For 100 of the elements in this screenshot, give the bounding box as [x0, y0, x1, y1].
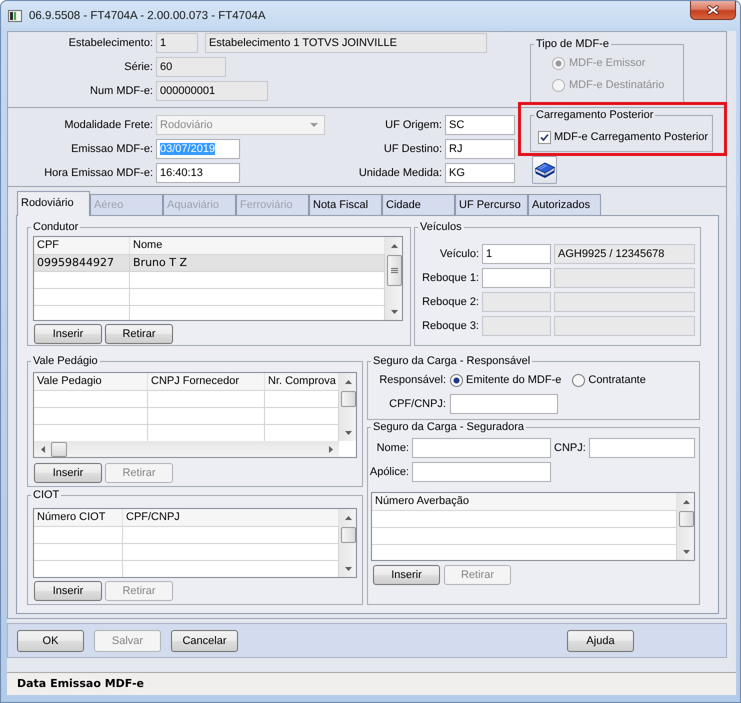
text-field[interactable] — [482, 268, 551, 288]
left-arrow-icon[interactable] — [40, 446, 44, 452]
group-title: Veículos — [419, 221, 463, 234]
table-cell: 09959844927 — [34, 255, 130, 271]
book-button[interactable] — [532, 156, 557, 184]
status-bar: Data Emissao MDF-e — [7, 672, 736, 695]
group-title: Condutor — [32, 221, 80, 234]
down-arrow-icon[interactable] — [390, 310, 398, 314]
text-field[interactable] — [482, 292, 551, 312]
right-arrow-icon[interactable] — [328, 446, 332, 452]
window-title: 06.9.5508 - FT4704A - 2.00.00.073 - FT4704A — [29, 10, 266, 22]
horizontal-scrollbar[interactable] — [34, 441, 339, 457]
column-header: Número CIOT — [34, 509, 123, 526]
text-field[interactable] — [482, 316, 551, 336]
radio-option[interactable]: Contratante — [572, 372, 646, 388]
text-field[interactable]: Estabelecimento 1 TOTVS JOINVILLE — [205, 33, 487, 53]
field-label: Num MDF-e: — [90, 85, 153, 97]
text-field[interactable] — [554, 292, 695, 312]
down-arrow-icon[interactable] — [682, 550, 690, 554]
up-arrow-icon[interactable] — [344, 380, 352, 384]
scrollbar-thumb[interactable] — [678, 511, 694, 527]
text-field[interactable]: AGH9925 / 12345678 — [554, 244, 695, 264]
vertical-scrollbar[interactable] — [385, 237, 402, 320]
radio-icon[interactable] — [572, 374, 586, 386]
vertical-scrollbar[interactable] — [677, 493, 694, 560]
column-header: Vale Pedagio — [34, 373, 148, 390]
text-field[interactable]: 1 — [482, 244, 551, 264]
push-button[interactable]: Retirar — [105, 324, 173, 344]
field-label: Emissao MDF-e: — [71, 143, 153, 155]
push-button[interactable]: Cancelar — [171, 630, 238, 652]
radio-option[interactable]: Emitente do MDF-e — [450, 372, 562, 388]
down-arrow-icon[interactable] — [344, 566, 352, 570]
text-field[interactable] — [450, 394, 558, 414]
field-label: Hora Emissao MDF-e: — [44, 167, 153, 179]
field-label: Veículo: — [440, 248, 479, 260]
group-title: Carregamento Posterior — [535, 109, 654, 122]
group-title: Vale Pedágio — [32, 355, 99, 368]
up-arrow-icon[interactable] — [682, 500, 690, 504]
scrollbar-thumb[interactable] — [51, 442, 67, 456]
tab[interactable]: Autorizados — [528, 194, 601, 215]
caret-icon — [310, 123, 318, 127]
field-label: Reboque 1: — [422, 272, 479, 284]
field-label: CNPJ: — [554, 442, 586, 454]
text-field[interactable]: RJ — [445, 139, 515, 159]
field-label: Nome: — [376, 442, 409, 454]
close-icon — [707, 5, 719, 15]
text-field[interactable]: SC — [445, 115, 515, 135]
text-field[interactable]: 16:40:13 — [156, 163, 240, 183]
push-button[interactable]: Inserir — [373, 565, 440, 585]
text-field[interactable]: 60 — [156, 57, 226, 77]
scrollbar-thumb[interactable] — [386, 255, 402, 286]
field-label: Unidade Medida: — [358, 167, 442, 179]
field-label: Modalidade Frete: — [64, 119, 153, 131]
close-button[interactable] — [690, 1, 736, 20]
group-title: Tipo de MDF-e — [535, 38, 610, 51]
field-label: CPF/CNPJ: — [389, 398, 446, 410]
column-header: CNPJ Fornecedor — [148, 373, 265, 390]
field-label: Série: — [124, 61, 153, 73]
field-label: Reboque 2: — [422, 296, 479, 308]
field-label: Apólice: — [370, 466, 409, 478]
field-label: Estabelecimento: — [68, 37, 153, 49]
text-field[interactable] — [554, 316, 695, 336]
up-arrow-icon[interactable] — [344, 516, 352, 520]
book-icon — [534, 162, 554, 178]
text-field[interactable] — [412, 438, 551, 458]
push-button[interactable]: Ajuda — [567, 630, 634, 652]
tab[interactable]: Cidade — [382, 194, 455, 215]
vertical-scrollbar[interactable] — [339, 373, 356, 441]
text-field[interactable]: 000000001 — [156, 81, 268, 101]
column-header: CPF — [34, 237, 130, 254]
radio-icon[interactable] — [450, 374, 463, 386]
field-label: UF Origem: — [385, 119, 442, 131]
text-field[interactable]: 1 — [156, 33, 198, 53]
text-field[interactable]: KG — [445, 163, 515, 183]
field-label: Reboque 3: — [422, 320, 479, 332]
text-field[interactable] — [554, 268, 695, 288]
up-arrow-icon[interactable] — [390, 244, 398, 248]
text-field[interactable] — [588, 438, 695, 458]
scrollbar-thumb[interactable] — [340, 527, 356, 543]
down-arrow-icon[interactable] — [344, 430, 352, 434]
checkbox-icon[interactable] — [538, 130, 551, 144]
group-title: Seguro da Carga - Responsável — [372, 355, 532, 368]
checkbox-option[interactable]: MDF-e Carregamento Posterior — [538, 129, 708, 145]
field-label: UF Destino: — [384, 143, 442, 155]
grip-icon — [390, 268, 398, 273]
push-button[interactable]: Inserir — [34, 581, 102, 601]
scrollbar-thumb[interactable] — [340, 391, 356, 407]
text-field[interactable] — [412, 462, 551, 482]
app-icon — [8, 10, 22, 22]
tab[interactable]: Nota Fiscal — [309, 194, 382, 215]
tab[interactable]: UF Percurso — [455, 194, 528, 215]
push-button[interactable]: Inserir — [34, 463, 102, 483]
field-label: Responsável: — [379, 374, 446, 386]
group-title: CIOT — [32, 489, 60, 502]
group-title: Seguro da Carga - Seguradora — [372, 421, 526, 434]
table-row[interactable]: 09959844927 Bruno T Z — [34, 255, 385, 272]
vertical-scrollbar[interactable] — [339, 509, 356, 577]
push-button[interactable]: OK — [17, 630, 84, 652]
tab[interactable]: Rodoviário — [17, 191, 90, 216]
push-button[interactable]: Inserir — [34, 324, 102, 344]
